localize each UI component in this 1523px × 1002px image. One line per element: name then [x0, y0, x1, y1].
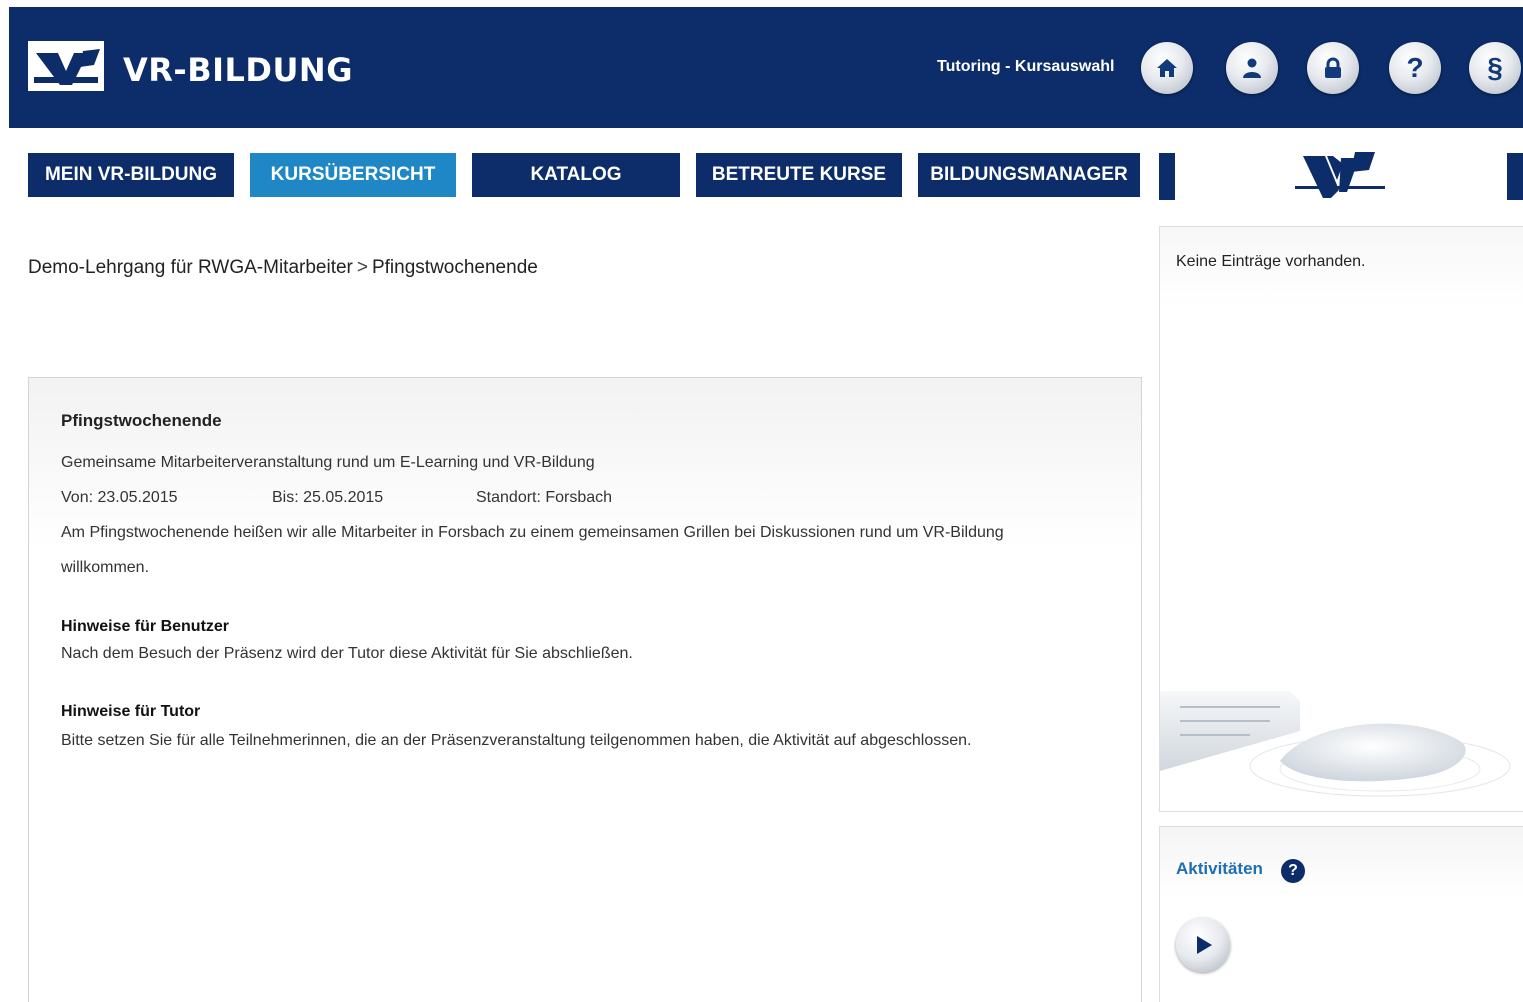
vr-emblem: [1293, 152, 1387, 207]
breadcrumb-course[interactable]: Demo-Lehrgang für RWGA-Mitarbeiter: [28, 257, 353, 278]
breadcrumb-separator: >: [356, 257, 368, 278]
event-from-date: Von: 23.05.2015: [61, 489, 178, 506]
event-title: Pfingstwochenende: [61, 411, 222, 430]
breadcrumb-current: Pfingstwochenende: [371, 257, 538, 278]
help-glyph: ?: [1406, 52, 1424, 83]
event-to-date: Bis: 25.05.2015: [272, 489, 384, 506]
nav-katalog[interactable]: KATALOG: [472, 153, 680, 197]
home-icon[interactable]: [1141, 42, 1193, 94]
help-icon[interactable]: ?: [1389, 42, 1441, 94]
event-description-continued: willkommen.: [61, 559, 150, 576]
nav-kursuebersicht[interactable]: KURSÜBERSICHT: [250, 153, 456, 197]
tutor-notes-text: Bitte setzen Sie für alle Teilnehmerinne…: [61, 732, 972, 749]
play-icon[interactable]: [1176, 918, 1230, 972]
lock-icon[interactable]: [1307, 42, 1359, 94]
event-detail-panel: Pfingstwochenende Gemeinsame Mitarbeiter…: [28, 377, 1142, 1002]
paragraph-glyph: §: [1487, 52, 1503, 83]
brand-strip-left: [1159, 153, 1175, 200]
nav-bildungsmanager[interactable]: BILDUNGSMANAGER: [918, 153, 1140, 197]
activities-title[interactable]: Aktivitäten: [1176, 859, 1263, 879]
paragraph-icon[interactable]: §: [1469, 42, 1521, 94]
header-bar: VR-BILDUNG Tutoring - Kursauswahl ? §: [9, 7, 1523, 128]
nav-mein-vr-bildung[interactable]: MEIN VR-BILDUNG: [28, 153, 234, 197]
activities-help-glyph: ?: [1288, 862, 1298, 879]
user-notes-heading: Hinweise für Benutzer: [61, 618, 230, 635]
tutor-notes-heading: Hinweise für Tutor: [61, 703, 201, 720]
event-subtitle: Gemeinsame Mitarbeiterveranstaltung rund…: [61, 454, 595, 471]
header-title: Tutoring - Kursauswahl: [937, 58, 1115, 75]
breadcrumb: Demo-Lehrgang für RWGA-Mitarbeiter > Pfing…: [28, 257, 538, 279]
nav-betreute-kurse[interactable]: BETREUTE KURSE: [696, 153, 902, 197]
entries-widget: Keine Einträge vorhanden.: [1159, 226, 1523, 812]
vr-logo[interactable]: [28, 41, 104, 91]
entries-empty-message: Keine Einträge vorhanden.: [1176, 253, 1366, 270]
user-notes-text: Nach dem Besuch der Präsenz wird der Tut…: [61, 645, 633, 662]
user-icon[interactable]: [1226, 42, 1278, 94]
activities-help-icon[interactable]: ?: [1281, 859, 1305, 883]
event-description: Am Pfingstwochenende heißen wir alle Mit…: [61, 524, 1004, 541]
activities-widget: Aktivitäten ?: [1159, 826, 1523, 1002]
brand-strip-right: [1507, 153, 1523, 200]
event-location: Standort: Forsbach: [476, 489, 613, 506]
brand-name: VR-BILDUNG: [123, 51, 353, 89]
keyboard-mouse-illustration: [1160, 691, 1511, 797]
